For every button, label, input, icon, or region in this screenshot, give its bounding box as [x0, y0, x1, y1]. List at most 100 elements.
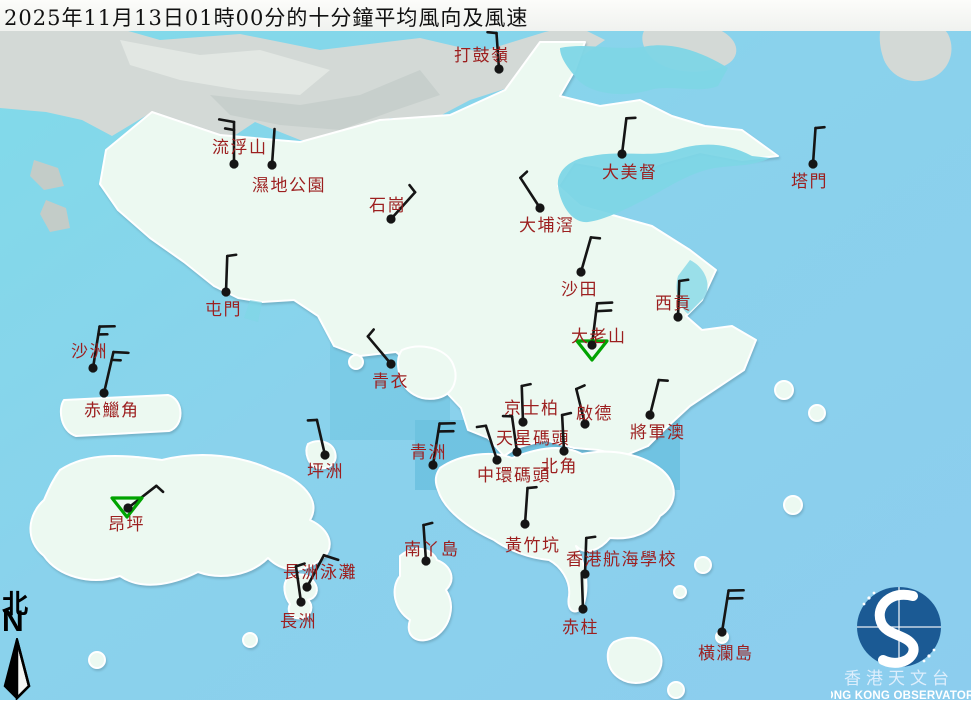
wind-barb-staff — [272, 129, 275, 165]
station-label-peng-chau: 坪洲 — [307, 462, 344, 482]
wind-barb-half — [423, 523, 432, 525]
wind-barb-half — [227, 255, 236, 256]
station-label-ngong-ping: 昂坪 — [108, 515, 145, 535]
station-sai-kung[interactable]: 西貢 — [655, 280, 692, 322]
station-label-tsing-yi: 青衣 — [372, 372, 409, 392]
station-ta-kwu-ling[interactable]: 打鼓嶺 — [454, 32, 510, 73]
station-label-chek-lap-kok: 赤鱲角 — [84, 401, 140, 421]
north-arrow-icon — [0, 638, 40, 700]
station-tsing-yi[interactable]: 青衣 — [368, 330, 409, 392]
station-chek-lap-kok[interactable]: 赤鱲角 — [84, 352, 140, 421]
hko-logo-chinese: 香港天文台 — [844, 669, 954, 689]
station-dot[interactable] — [576, 267, 585, 276]
station-tai-po-kau[interactable]: 大埔滘 — [519, 172, 575, 236]
station-dot[interactable] — [123, 503, 132, 512]
station-label-lamma-island: 南丫島 — [404, 540, 460, 560]
map-title: 2025年11月13日01時00分的十分鐘平均風向及風速 — [4, 2, 528, 32]
station-label-ta-kwu-ling: 打鼓嶺 — [454, 46, 510, 66]
station-dot[interactable] — [808, 159, 817, 168]
wind-barb-staff — [525, 488, 528, 524]
station-dot[interactable] — [267, 160, 276, 169]
wind-barb-half — [410, 185, 416, 192]
wind-barb-half — [591, 237, 600, 238]
wind-barb-full — [324, 555, 338, 560]
station-dot[interactable] — [302, 582, 311, 591]
station-label-sai-kung: 西貢 — [655, 294, 692, 314]
wind-barb-staff — [813, 128, 816, 164]
wind-barb-half — [659, 380, 668, 381]
station-tai-mei-tuk[interactable]: 大美督 — [602, 118, 658, 183]
station-waglan-island[interactable]: 橫瀾島 — [698, 590, 754, 664]
wind-barb-full — [597, 303, 612, 304]
station-tseung-kwan-o[interactable]: 將軍澳 — [630, 380, 686, 443]
station-label-sha-tin: 沙田 — [561, 280, 598, 300]
station-peng-chau[interactable]: 坪洲 — [307, 420, 344, 482]
station-tuen-mun[interactable]: 屯門 — [205, 255, 242, 320]
wind-barb-staff — [317, 420, 325, 455]
wind-barb-staff — [722, 591, 729, 632]
hko-logo-english: HONG KONG OBSERVATORY — [831, 690, 971, 702]
station-tates-cairn[interactable]: 大老山 — [571, 303, 627, 360]
station-dot[interactable] — [559, 446, 568, 455]
station-label-stanley: 赤柱 — [562, 618, 599, 638]
station-dot[interactable] — [229, 159, 238, 168]
station-dot[interactable] — [296, 597, 305, 606]
station-label-tates-cairn: 大老山 — [571, 327, 627, 347]
stations-layer: 打鼓嶺流浮山濕地公園石崗大埔滘大美督塔門沙田西貢大老山屯門沙洲赤鱲角青衣京士柏啟… — [0, 0, 971, 700]
station-label-kai-tak: 啟德 — [576, 404, 613, 424]
station-label-tuen-mun: 屯門 — [205, 300, 242, 320]
wind-barb-staff — [226, 256, 227, 292]
station-dot[interactable] — [320, 450, 329, 459]
station-label-wong-chuk-hang: 黃竹坑 — [505, 536, 561, 556]
station-dot[interactable] — [617, 149, 626, 158]
wind-barb-half — [520, 172, 527, 178]
station-dot[interactable] — [88, 363, 97, 372]
station-cheung-chau-beach[interactable]: 長洲泳灘 — [283, 555, 357, 591]
station-label-star-ferry-pier: 天星碼頭 — [496, 429, 570, 449]
station-dot[interactable] — [645, 410, 654, 419]
station-dot[interactable] — [99, 388, 108, 397]
station-kai-tak[interactable]: 啟德 — [576, 385, 613, 428]
station-label-cheung-chau: 長洲 — [280, 612, 317, 632]
station-star-ferry-pier[interactable]: 天星碼頭 — [496, 416, 570, 457]
station-dot[interactable] — [578, 604, 587, 613]
wind-barb-staff — [581, 237, 591, 272]
hko-logo: 香港天文台 HONG KONG OBSERVATORY — [831, 572, 971, 702]
station-wong-chuk-hang[interactable]: 黃竹坑 — [505, 487, 561, 556]
station-dot[interactable] — [717, 627, 726, 636]
compass-north-letter: N — [2, 607, 24, 637]
wind-barb-half — [488, 32, 497, 33]
station-dot[interactable] — [520, 519, 529, 528]
wind-barb-half — [528, 487, 537, 488]
wind-barb-half — [576, 385, 584, 389]
station-green-island[interactable]: 青洲 — [410, 423, 455, 469]
wind-barb-half — [816, 127, 825, 128]
wind-barb-full — [113, 352, 128, 353]
station-label-tai-mei-tuk: 大美督 — [602, 163, 658, 183]
station-label-tseung-kwan-o: 將軍澳 — [630, 423, 686, 443]
station-lamma-island[interactable]: 南丫島 — [404, 523, 460, 566]
wind-barb-full — [596, 310, 611, 311]
station-dot[interactable] — [221, 287, 230, 296]
station-label-waglan-island: 橫瀾島 — [698, 644, 754, 664]
station-stanley[interactable]: 赤柱 — [562, 573, 599, 638]
station-dot[interactable] — [492, 455, 501, 464]
wind-barb-half — [522, 384, 531, 386]
wind-barb-full — [219, 119, 234, 122]
wind-barb-staff — [622, 118, 626, 154]
wind-map-stage: 2025年11月13日01時00分的十分鐘平均風向及風速 打鼓嶺流浮山濕地公園石… — [0, 0, 971, 700]
station-sha-tin[interactable]: 沙田 — [561, 237, 600, 300]
station-tap-mun[interactable]: 塔門 — [791, 127, 828, 192]
station-dot[interactable] — [386, 359, 395, 368]
wind-barb-half — [477, 426, 486, 427]
wind-barb-half — [562, 413, 571, 415]
station-shek-kong[interactable]: 石崗 — [369, 185, 415, 223]
station-label-tai-po-kau: 大埔滘 — [519, 216, 575, 236]
wind-barb-staff — [368, 336, 391, 364]
station-sha-chau[interactable]: 沙洲 — [71, 326, 115, 372]
wind-barb-half — [225, 128, 234, 130]
station-lau-fau-shan[interactable]: 流浮山 — [212, 119, 268, 168]
station-ngong-ping[interactable]: 昂坪 — [108, 486, 163, 535]
station-dot[interactable] — [535, 203, 544, 212]
wind-barb-half — [368, 330, 374, 337]
